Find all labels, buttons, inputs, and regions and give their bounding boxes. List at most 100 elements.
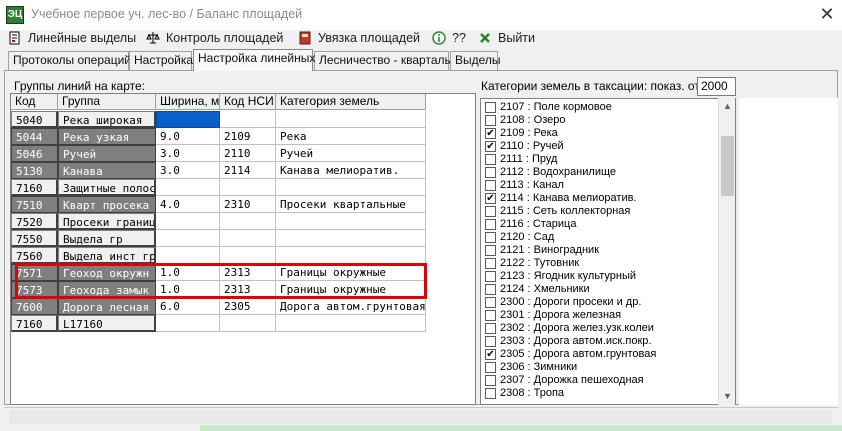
cell-nsi-code[interactable] — [220, 213, 276, 230]
tab-linear-settings[interactable]: Настройка линейных — [193, 49, 315, 71]
cell-nsi-code[interactable]: 2109 — [220, 128, 276, 145]
horizontal-scrollbar[interactable] — [10, 410, 832, 424]
cell-group[interactable]: Просеки границ — [58, 213, 156, 230]
cell-nsi-code[interactable]: 2110 — [220, 145, 276, 162]
cell-code[interactable]: 5130 — [11, 162, 58, 179]
cell-code[interactable]: 7560 — [11, 247, 58, 264]
cell-group[interactable]: L17160 — [58, 315, 156, 332]
category-checkbox[interactable] — [485, 232, 496, 243]
category-checkbox[interactable] — [485, 180, 496, 191]
cell-land-category[interactable] — [276, 179, 426, 196]
column-header-width[interactable]: Ширина, м — [156, 94, 220, 110]
category-list-item[interactable]: ✔ 2114 : Канава мелиоратив. — [485, 192, 637, 205]
cell-width[interactable]: 3.0 — [156, 145, 220, 162]
cell-code[interactable]: 7160 — [11, 179, 58, 196]
category-checkbox[interactable]: ✔ — [485, 193, 496, 204]
category-list-item[interactable]: 2107 : Поле кормовое — [485, 101, 612, 114]
table-row[interactable]: 5046 Ручей 3.0 2110 Ручей — [11, 145, 426, 162]
cell-width[interactable]: 1.0 — [156, 281, 220, 298]
category-list-item[interactable]: 2112 : Водохранилище — [485, 166, 616, 179]
line-groups-grid[interactable]: Код Группа Ширина, м Код НСИ Категория з… — [10, 93, 476, 405]
cell-nsi-code[interactable] — [220, 230, 276, 247]
category-checkbox[interactable] — [485, 258, 496, 269]
category-list-item[interactable]: 2300 : Дороги просеки и др. — [485, 296, 641, 309]
cell-group[interactable]: Выдела гр — [58, 230, 156, 247]
cell-land-category[interactable] — [276, 213, 426, 230]
cell-nsi-code[interactable]: 2310 — [220, 196, 276, 213]
table-row[interactable]: 7520 Просеки границ — [11, 213, 426, 230]
category-checkbox[interactable] — [485, 310, 496, 321]
cell-group[interactable]: Дорога лесная — [58, 298, 156, 315]
cell-group[interactable]: Кварт просека — [58, 196, 156, 213]
category-checkbox[interactable]: ✔ — [485, 128, 496, 139]
cell-code[interactable]: 7160 — [11, 315, 58, 332]
cell-land-category[interactable]: Дорога автом.грунтовая — [276, 298, 426, 315]
scroll-up-arrow[interactable]: ▲ — [719, 98, 736, 115]
help-button[interactable]: ?? — [432, 29, 466, 47]
table-row[interactable]: 5130 Канава 3.0 2114 Канава мелиоратив. — [11, 162, 426, 179]
cell-code[interactable]: 7571 — [11, 264, 58, 281]
category-checkbox[interactable] — [485, 284, 496, 295]
tab-operations-log[interactable]: Протоколы операций — [8, 51, 131, 70]
column-header-group[interactable]: Группа — [58, 94, 156, 110]
land-categories-list[interactable]: 2107 : Поле кормовое 2108 : Озеро ✔ 2109 : … — [480, 98, 736, 405]
cell-nsi-code[interactable] — [220, 315, 276, 332]
category-checkbox[interactable] — [485, 323, 496, 334]
category-list-item[interactable]: 2121 : Виноградник — [485, 244, 599, 257]
category-list-item[interactable]: 2122 : Тутовник — [485, 257, 579, 270]
category-list-item[interactable]: ✔ 2110 : Ручей — [485, 140, 564, 153]
category-checkbox[interactable] — [485, 115, 496, 126]
cell-width[interactable]: 9.0 — [156, 128, 220, 145]
cell-width[interactable] — [156, 247, 220, 264]
cell-land-category[interactable] — [276, 230, 426, 247]
cell-group[interactable]: Река узкая — [58, 128, 156, 145]
category-checkbox[interactable]: ✔ — [485, 349, 496, 360]
cell-land-category[interactable] — [276, 111, 426, 128]
show-from-input[interactable]: 2000 — [697, 77, 736, 96]
table-row[interactable]: 7600 Дорога лесная 6.0 2305 Дорога автом.гру… — [11, 298, 426, 315]
cell-land-category[interactable] — [276, 315, 426, 332]
tab-plots[interactable]: Выделы — [450, 51, 501, 70]
category-list-item[interactable]: 2302 : Дорога желез.узк.колеи — [485, 322, 654, 335]
area-control-button[interactable]: Контроль площадей — [146, 29, 283, 47]
cell-group[interactable]: Река широкая — [58, 111, 156, 128]
cell-width[interactable] — [156, 315, 220, 332]
category-list-item[interactable]: 2306 : Зимники — [485, 361, 577, 374]
cell-land-category[interactable]: Река — [276, 128, 426, 145]
category-checkbox[interactable] — [485, 167, 496, 178]
tab-settings[interactable]: Настройка — [129, 51, 193, 70]
cell-land-category[interactable]: Ручей — [276, 145, 426, 162]
cell-land-category[interactable]: Границы окружные — [276, 264, 426, 281]
close-button[interactable]: ✕ — [812, 0, 842, 30]
cell-width[interactable] — [156, 179, 220, 196]
cell-code[interactable]: 7510 — [11, 196, 58, 213]
cell-width[interactable]: 1.0 — [156, 264, 220, 281]
column-header-nsi-code[interactable]: Код НСИ — [220, 94, 276, 110]
cell-code[interactable]: 5044 — [11, 128, 58, 145]
cell-land-category[interactable]: Канава мелиоратив. — [276, 162, 426, 179]
category-checkbox[interactable] — [485, 297, 496, 308]
table-row[interactable]: 7573 Геохода замык 1.0 2313 Границы окружные — [11, 281, 426, 298]
column-header-code[interactable]: Код — [11, 94, 58, 110]
column-header-land-category[interactable]: Категория земель — [276, 94, 426, 110]
category-list-item[interactable]: 2308 : Тропа — [485, 387, 564, 400]
category-checkbox[interactable] — [485, 388, 496, 399]
cell-width[interactable] — [156, 213, 220, 230]
category-list-item[interactable]: 2301 : Дорога железная — [485, 309, 621, 322]
table-row[interactable]: 7560 Выдела инст гр — [11, 247, 426, 264]
cell-nsi-code[interactable]: 2114 — [220, 162, 276, 179]
category-list-item[interactable]: ✔ 2109 : Река — [485, 127, 558, 140]
category-checkbox[interactable] — [485, 375, 496, 386]
table-row[interactable]: 7160 L17160 — [11, 315, 426, 332]
category-list-item[interactable]: 2123 : Ягодник культурный — [485, 270, 636, 283]
cell-nsi-code[interactable]: 2313 — [220, 264, 276, 281]
cell-land-category[interactable] — [276, 247, 426, 264]
category-checkbox[interactable] — [485, 336, 496, 347]
cell-group[interactable]: Геохода замык — [58, 281, 156, 298]
cell-group[interactable]: Канава — [58, 162, 156, 179]
table-row[interactable]: 7571 Геоход окружн 1.0 2313 Границы окружные — [11, 264, 426, 281]
cell-nsi-code[interactable] — [220, 247, 276, 264]
table-row[interactable]: 7160 Защитные полос — [11, 179, 426, 196]
exit-button[interactable]: Выйти — [478, 29, 535, 47]
scroll-thumb[interactable] — [721, 136, 734, 196]
